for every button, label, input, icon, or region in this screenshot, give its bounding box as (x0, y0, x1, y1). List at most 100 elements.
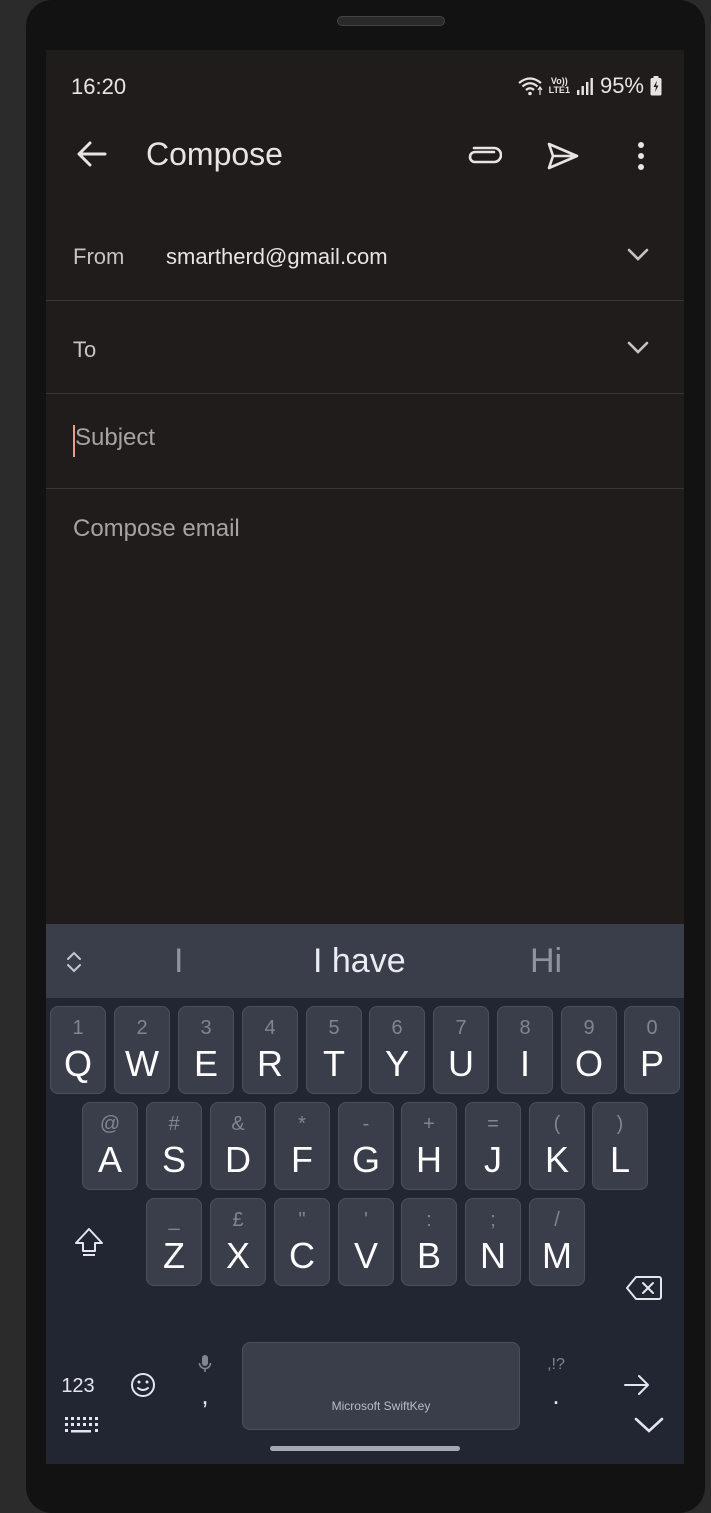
key-r[interactable]: 4R (242, 1006, 298, 1094)
period-key[interactable]: ,!? . (542, 1348, 570, 1418)
send-icon (547, 142, 579, 170)
to-expand-button[interactable] (626, 336, 650, 360)
space-key[interactable]: Microsoft SwiftKey (242, 1342, 520, 1430)
from-expand-button[interactable] (626, 243, 650, 267)
signal-icon (576, 78, 593, 95)
key-d[interactable]: & D (210, 1102, 266, 1190)
key-hint: 3 (200, 1017, 212, 1039)
back-button[interactable] (74, 136, 110, 172)
from-row[interactable]: From smartherd@gmail.com (46, 208, 684, 301)
key-label: D (225, 1139, 251, 1180)
key-o[interactable]: 9O (561, 1006, 617, 1094)
key-h[interactable]: + H (401, 1102, 457, 1190)
wifi-icon (517, 77, 543, 96)
chevron-down-icon (634, 1417, 664, 1433)
shift-key[interactable] (64, 1222, 114, 1262)
hide-keyboard-button[interactable] (632, 1410, 666, 1440)
subject-input[interactable]: Subject (75, 424, 155, 452)
key-label: K (544, 1139, 569, 1180)
comma-label: , (201, 1379, 209, 1410)
period-label: . (552, 1379, 560, 1410)
key-e[interactable]: 3E (178, 1006, 234, 1094)
key-label: R (257, 1043, 283, 1084)
suggestion-center[interactable]: I have (313, 942, 406, 981)
key-hint: ' (364, 1209, 368, 1231)
key-label: A (97, 1139, 122, 1180)
key-label: Z (163, 1235, 185, 1276)
key-q[interactable]: 1Q (50, 1006, 106, 1094)
key-hint: # (168, 1113, 180, 1135)
keyboard-switch-button[interactable] (62, 1414, 100, 1438)
key-u[interactable]: 7U (433, 1006, 489, 1094)
backspace-icon (626, 1276, 662, 1300)
key-v[interactable]: ' V (338, 1198, 394, 1286)
delete-key[interactable] (622, 1273, 666, 1303)
key-hint: 9 (583, 1017, 595, 1039)
key-hint: + (423, 1113, 435, 1135)
key-p[interactable]: 0P (624, 1006, 680, 1094)
key-hint: ( (553, 1113, 561, 1135)
to-row[interactable]: To (46, 301, 684, 394)
key-hint: * (298, 1113, 306, 1135)
key-label: G (351, 1139, 380, 1180)
status-bar: 16:20 Vo)) LTE1 95% (46, 50, 684, 120)
enter-key[interactable] (620, 1370, 654, 1400)
key-i[interactable]: 8I (497, 1006, 553, 1094)
arrow-right-icon (624, 1375, 649, 1395)
key-label: N (480, 1235, 506, 1276)
key-hint: ; (490, 1209, 496, 1231)
battery-charging-icon (650, 76, 662, 96)
suggestion-left[interactable]: I (174, 942, 183, 981)
key-n[interactable]: ; N (465, 1198, 521, 1286)
from-value[interactable]: smartherd@gmail.com (166, 244, 388, 270)
send-button[interactable] (543, 136, 583, 176)
key-g[interactable]: -G (338, 1102, 394, 1190)
comma-key[interactable]: , (192, 1346, 218, 1418)
key-label: H (416, 1139, 442, 1180)
key-label: B (416, 1235, 441, 1276)
key-hint: 6 (391, 1017, 403, 1039)
keyboard: I I have Hi 1Q 2W 3E 4R 5T 6Y 7U 8I 9O 0… (46, 924, 684, 1464)
key-hint: 8 (519, 1017, 531, 1039)
expand-toolbar-icon[interactable] (62, 948, 86, 976)
key-a[interactable]: @ A (82, 1102, 138, 1190)
emoji-key[interactable] (126, 1368, 160, 1402)
attach-button[interactable] (464, 136, 504, 176)
key-hint: _ (168, 1209, 180, 1231)
key-k[interactable]: (K (529, 1102, 585, 1190)
key-m[interactable]: / M (529, 1198, 585, 1286)
key-c[interactable]: " C (274, 1198, 330, 1286)
numbers-key[interactable]: 123 (56, 1369, 100, 1403)
key-label: C (289, 1235, 315, 1276)
key-hint: " (298, 1209, 306, 1231)
status-time: 16:20 (71, 74, 127, 99)
key-f[interactable]: * F (274, 1102, 330, 1190)
suggestion-right[interactable]: Hi (530, 942, 562, 981)
home-indicator[interactable] (270, 1446, 460, 1451)
key-j[interactable]: = J (465, 1102, 521, 1190)
key-s[interactable]: # S (146, 1102, 202, 1190)
key-hint: £ (232, 1209, 244, 1231)
chevron-down-icon (627, 248, 649, 261)
key-l[interactable]: ) L (592, 1102, 648, 1190)
key-label: X (225, 1235, 250, 1276)
key-z[interactable]: _ Z (146, 1198, 202, 1286)
key-label: F (291, 1139, 313, 1180)
key-w[interactable]: 2W (114, 1006, 170, 1094)
key-x[interactable]: £ X (210, 1198, 266, 1286)
key-b[interactable]: :B (401, 1198, 457, 1286)
screen: 16:20 Vo)) LTE1 95% Compose From smarthe… (46, 50, 684, 1464)
lte-label: LTE1 (548, 85, 570, 95)
key-hint: = (487, 1113, 499, 1135)
battery-percent: 95% (599, 73, 644, 98)
key-hint: 5 (328, 1017, 340, 1039)
keyboard-layout-key[interactable] (62, 1460, 100, 1464)
to-label: To (73, 337, 97, 362)
subject-row[interactable]: Subject (46, 394, 684, 489)
key-label: S (161, 1139, 186, 1180)
page-title: Compose (146, 136, 283, 172)
key-t[interactable]: 5T (306, 1006, 362, 1094)
more-options-button[interactable] (621, 136, 661, 176)
key-y[interactable]: 6Y (369, 1006, 425, 1094)
body-input[interactable]: Compose email (73, 515, 240, 543)
